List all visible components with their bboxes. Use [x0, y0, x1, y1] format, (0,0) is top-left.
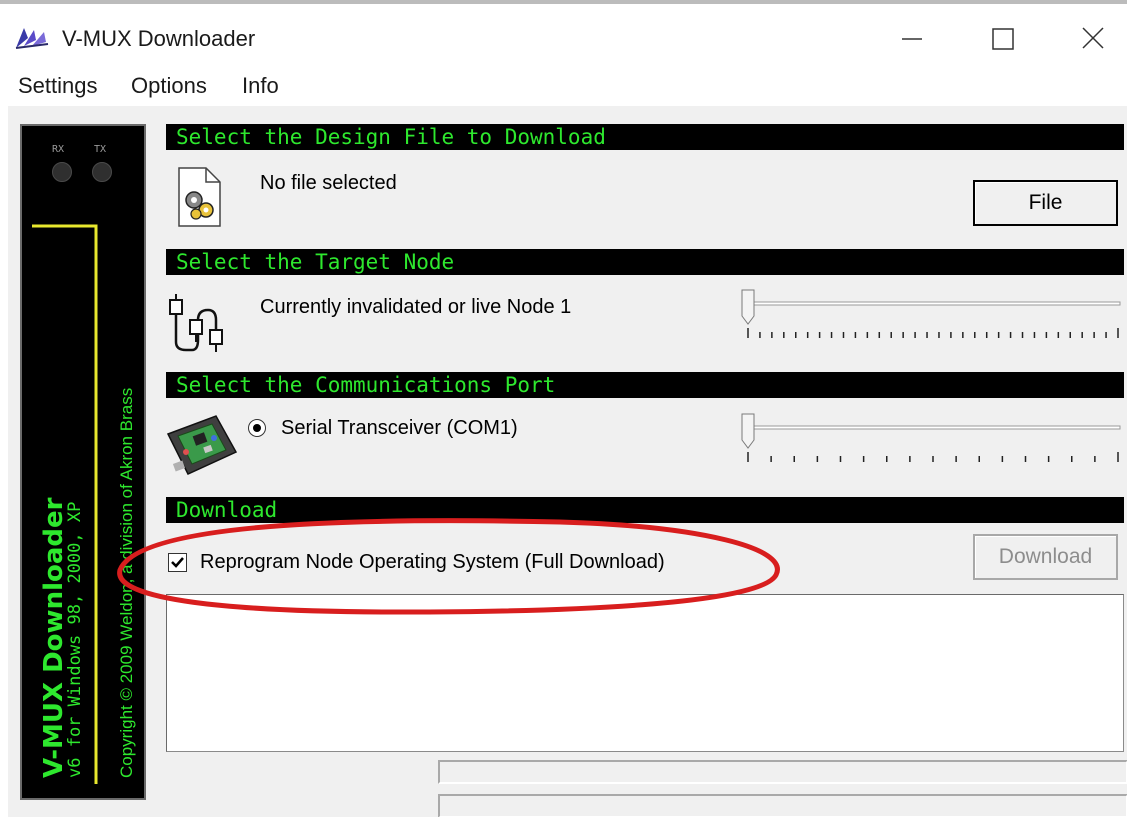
- maximize-button[interactable]: [978, 18, 1028, 58]
- target-node-header-text: Select the Target Node: [176, 250, 455, 274]
- window-title: V-MUX Downloader: [62, 26, 256, 51]
- log-area[interactable]: [166, 594, 1124, 752]
- comm-port-header-text: Select the Communications Port: [176, 373, 556, 397]
- reprogram-checkbox[interactable]: [168, 553, 187, 572]
- checkmark-icon: [171, 557, 184, 568]
- cable-connector-icon: [169, 294, 223, 352]
- design-file-status: No file selected: [260, 172, 397, 194]
- progress-bar-secondary: [438, 794, 1127, 817]
- download-header-text: Download: [176, 498, 278, 522]
- close-button[interactable]: [1068, 18, 1118, 58]
- product-banner: RX TX V-MUX Downloader v6 for Windows 98…: [20, 124, 146, 800]
- banner-copyright: Copyright © 2009 Weldon, a division of A…: [117, 388, 136, 778]
- serial-transceiver-radio[interactable]: [248, 419, 266, 437]
- target-node-header: Select the Target Node: [166, 249, 1124, 275]
- target-node-status: Currently invalidated or live Node 1: [260, 296, 572, 318]
- progress-bar-primary: [438, 760, 1127, 784]
- reprogram-label: Reprogram Node Operating System (Full Do…: [200, 551, 665, 573]
- slider-thumb: [741, 289, 755, 325]
- port-slider[interactable]: [736, 412, 1126, 474]
- slider-track: [741, 301, 1121, 306]
- serial-transceiver-label: Serial Transceiver (COM1): [281, 417, 518, 439]
- download-button[interactable]: Download: [973, 534, 1118, 580]
- design-file-header: Select the Design File to Download: [166, 124, 1124, 150]
- menu-settings[interactable]: Settings: [18, 73, 98, 99]
- feather-icon: [15, 28, 49, 49]
- menu-bar: Settings Options Info: [0, 66, 1127, 106]
- maximize-icon: [992, 28, 1014, 50]
- close-icon: [1082, 27, 1104, 49]
- comm-port-header: Select the Communications Port: [166, 372, 1124, 398]
- slider-thumb: [741, 413, 755, 449]
- circuit-board-icon: [166, 415, 238, 475]
- client-area: RX TX V-MUX Downloader v6 for Windows 98…: [8, 106, 1127, 817]
- download-header: Download: [166, 497, 1124, 523]
- minimize-button[interactable]: [886, 18, 936, 58]
- menu-info[interactable]: Info: [242, 73, 279, 99]
- banner-graphic: V-MUX Downloader v6 for Windows 98, 2000…: [32, 224, 136, 784]
- slider-track: [741, 425, 1121, 430]
- gear-document-icon: [178, 167, 221, 227]
- menu-options[interactable]: Options: [131, 73, 207, 99]
- title-bar[interactable]: V-MUX Downloader: [0, 4, 1127, 66]
- banner-version-line: v6 for Windows 98, 2000, XP: [65, 502, 85, 778]
- design-file-header-text: Select the Design File to Download: [176, 125, 606, 149]
- minimize-icon: [902, 38, 922, 40]
- file-button[interactable]: File: [973, 180, 1118, 226]
- node-slider[interactable]: [736, 288, 1126, 350]
